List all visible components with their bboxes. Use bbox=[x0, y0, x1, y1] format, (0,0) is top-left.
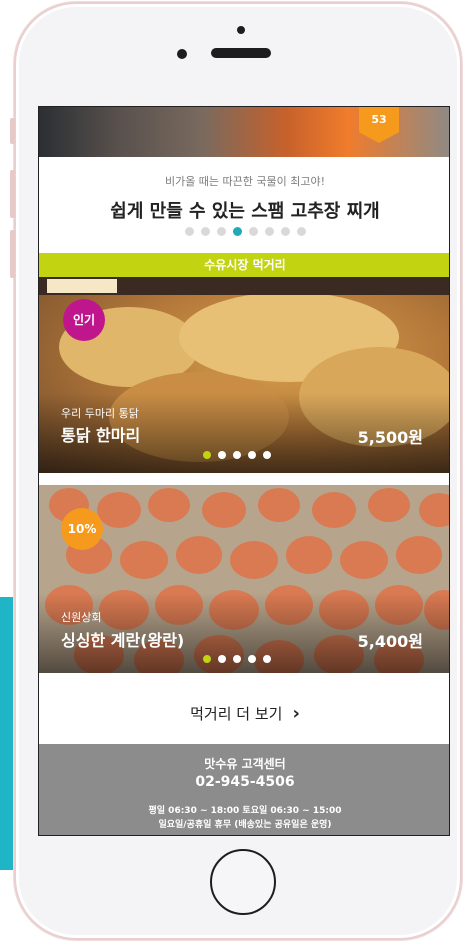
card-dot[interactable] bbox=[203, 655, 211, 663]
slider-subtitle: 비가올 때는 따끈한 국물이 최고야! bbox=[164, 175, 326, 188]
card-dot[interactable] bbox=[248, 451, 256, 459]
business-hours: 평일 06:30 ~ 18:00 토요일 06:30 ~ 15:00 bbox=[148, 806, 342, 816]
slider-dot[interactable] bbox=[264, 227, 274, 236]
customer-center-name: 맛수유 고객센터 bbox=[204, 757, 286, 771]
card-dot[interactable] bbox=[233, 451, 241, 459]
shop-name: 우리 두마리 통닭 bbox=[61, 407, 139, 420]
slider-badge: 53 bbox=[359, 107, 399, 143]
more-food-label: 먹거리 더 보기 bbox=[190, 704, 283, 723]
card-pagination[interactable] bbox=[203, 451, 271, 459]
product-card[interactable]: 인기 우리 두마리 통닭 통닭 한마리 5,500원 bbox=[39, 277, 449, 473]
slider-title[interactable]: 쉽게 만들 수 있는 스팸 고추장 찌개 bbox=[39, 197, 449, 223]
home-button[interactable] bbox=[210, 849, 276, 915]
shop-name: 신원상회 bbox=[61, 611, 102, 624]
slider-pagination[interactable] bbox=[39, 227, 449, 236]
app-screen: 53 비가올 때는 따끈한 국물이 최고야! 쉽게 만들 수 있는 스팸 고추장… bbox=[38, 106, 450, 836]
chevron-right-icon: › bbox=[292, 702, 300, 724]
product-price: 5,400원 bbox=[357, 632, 423, 651]
slider-dot[interactable] bbox=[184, 227, 194, 236]
volume-up-button bbox=[10, 170, 15, 218]
popular-badge: 인기 bbox=[63, 299, 105, 341]
volume-down-button bbox=[10, 230, 15, 278]
card-dot[interactable] bbox=[233, 655, 241, 663]
card-dot[interactable] bbox=[203, 451, 211, 459]
slider-dot[interactable] bbox=[248, 227, 258, 236]
card-dot[interactable] bbox=[218, 655, 226, 663]
holiday-notice: 일요일/공휴일 휴무 (배송있는 공유일은 운영) bbox=[158, 820, 332, 830]
card-dot[interactable] bbox=[218, 451, 226, 459]
product-name: 싱싱한 계란(왕란) bbox=[61, 631, 185, 650]
slider-dot[interactable] bbox=[200, 227, 210, 236]
card-pagination[interactable] bbox=[203, 655, 271, 663]
slider-image[interactable]: 53 bbox=[39, 107, 449, 157]
card-dot[interactable] bbox=[263, 655, 271, 663]
proximity-sensor bbox=[177, 49, 187, 59]
card-dot[interactable] bbox=[248, 655, 256, 663]
more-food-button[interactable]: 먹거리 더 보기 › bbox=[39, 685, 449, 741]
front-camera bbox=[237, 26, 245, 34]
discount-badge: 10% bbox=[61, 508, 103, 550]
card-dot[interactable] bbox=[263, 451, 271, 459]
product-card[interactable]: 10% 신원상회 싱싱한 계란(왕란) 5,400원 bbox=[39, 485, 449, 673]
customer-center-footer: 맛수유 고객센터 02-945-4506 평일 06:30 ~ 18:00 토요… bbox=[39, 744, 449, 835]
earpiece-speaker bbox=[211, 48, 271, 58]
mute-switch bbox=[10, 118, 15, 144]
customer-center-phone[interactable]: 02-945-4506 bbox=[39, 774, 449, 790]
product-name: 통닭 한마리 bbox=[61, 426, 141, 445]
slider-dot[interactable] bbox=[232, 227, 242, 236]
slider-dot[interactable] bbox=[296, 227, 306, 236]
product-price: 5,500원 bbox=[357, 428, 423, 447]
slider-dot[interactable] bbox=[216, 227, 226, 236]
slider-dot[interactable] bbox=[280, 227, 290, 236]
section-title: 수유시장 먹거리 bbox=[39, 253, 449, 277]
